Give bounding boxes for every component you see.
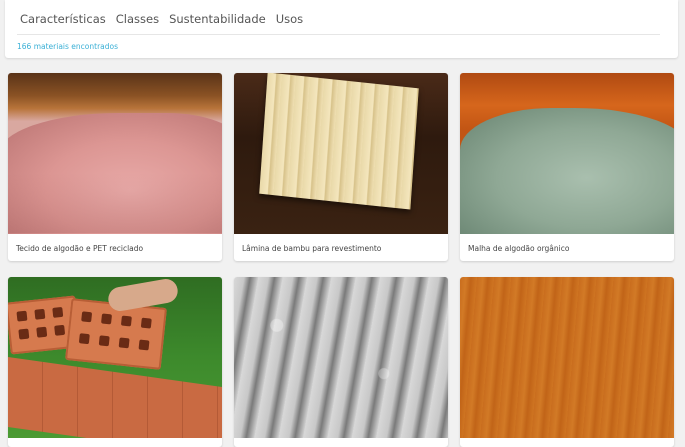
tab-classes[interactable]: Classes bbox=[116, 12, 159, 26]
material-card[interactable] bbox=[8, 277, 222, 447]
material-title: Lâmina de bambu para revestimento bbox=[242, 244, 382, 253]
material-card[interactable]: Lâmina de bambu para revestimento bbox=[234, 73, 448, 261]
material-image bbox=[8, 277, 222, 438]
material-image bbox=[234, 277, 448, 438]
divider bbox=[17, 34, 660, 35]
material-card[interactable]: Malha de algodão orgânico bbox=[460, 73, 674, 261]
material-image bbox=[460, 277, 674, 438]
filter-bar: Características Classes Sustentabilidade… bbox=[5, 0, 678, 58]
tab-usos[interactable]: Usos bbox=[276, 12, 303, 26]
tab-caracteristicas[interactable]: Características bbox=[20, 12, 106, 26]
material-image bbox=[460, 73, 674, 234]
material-card[interactable]: Tecido de algodão e PET reciclado bbox=[8, 73, 222, 261]
material-card[interactable] bbox=[234, 277, 448, 447]
results-count: 166 materiais encontrados bbox=[17, 42, 119, 51]
filter-tabs: Características Classes Sustentabilidade… bbox=[20, 12, 303, 26]
material-title: Tecido de algodão e PET reciclado bbox=[16, 244, 144, 253]
material-image bbox=[8, 73, 222, 234]
material-title: Malha de algodão orgânico bbox=[468, 244, 570, 253]
material-card[interactable] bbox=[460, 277, 674, 447]
tab-sustentabilidade[interactable]: Sustentabilidade bbox=[169, 12, 266, 26]
material-image bbox=[234, 73, 448, 234]
